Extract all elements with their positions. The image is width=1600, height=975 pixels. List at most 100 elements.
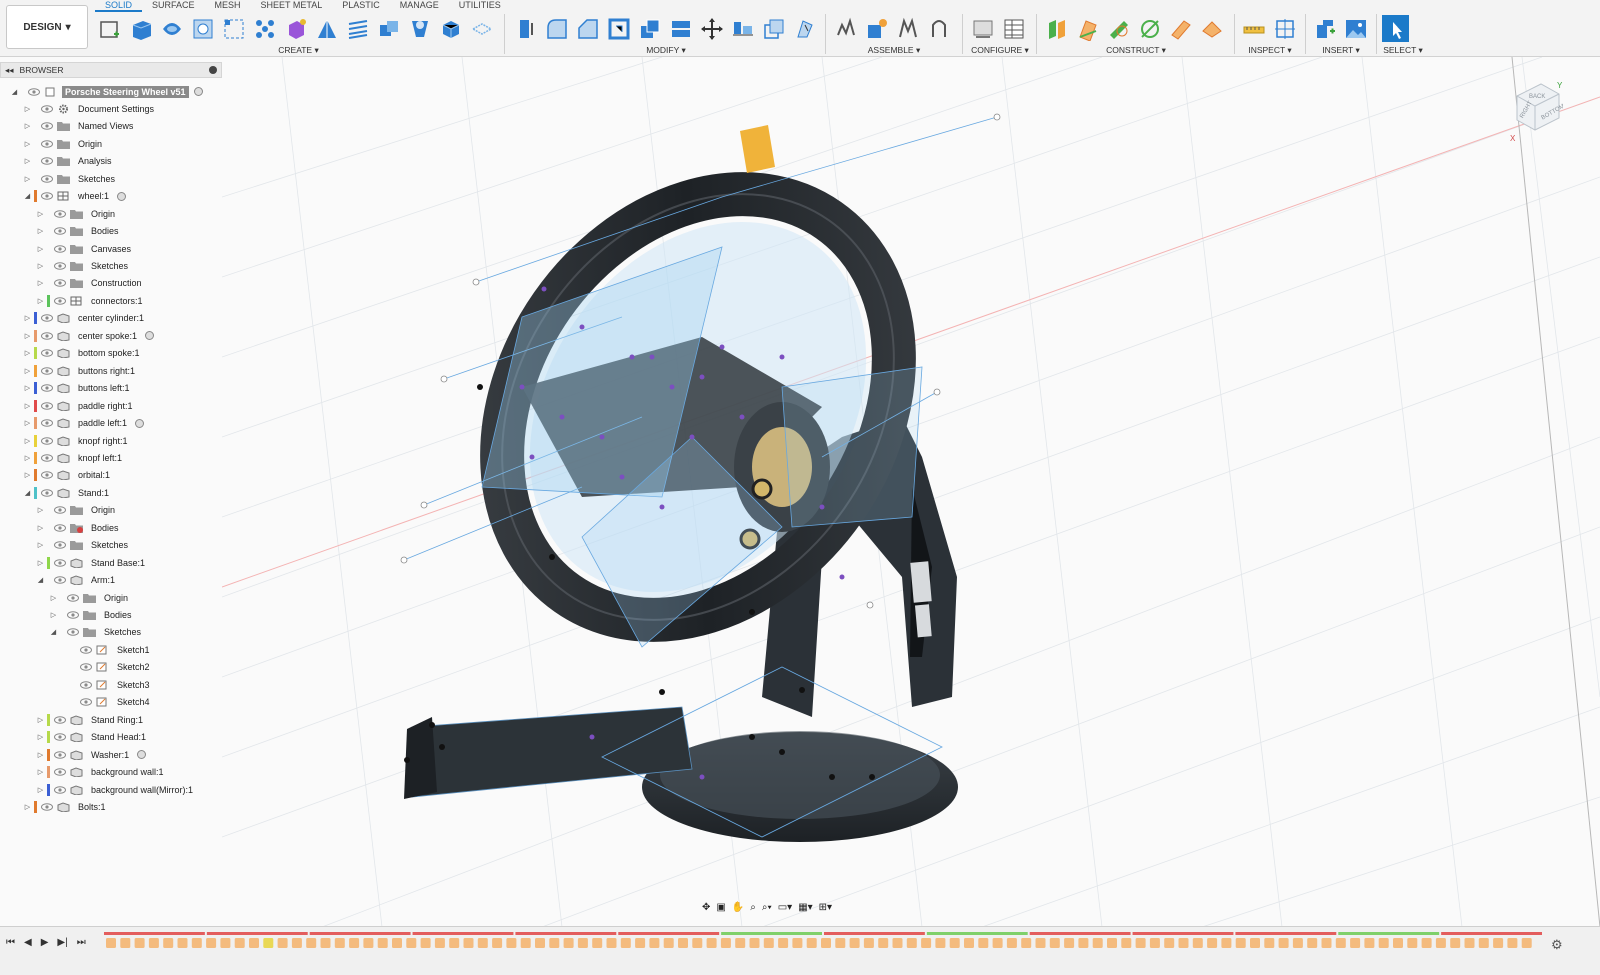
activate-component-radio[interactable] xyxy=(135,418,145,428)
visibility-eye-icon[interactable] xyxy=(53,209,67,219)
visibility-eye-icon[interactable] xyxy=(40,313,54,323)
timeline-settings-icon[interactable]: ⚙ xyxy=(1551,937,1563,953)
configure-design-icon[interactable] xyxy=(969,15,996,42)
joint-origin-icon[interactable] xyxy=(925,15,952,42)
timeline-feature-icon[interactable] xyxy=(892,938,903,948)
timeline-feature-icon[interactable] xyxy=(878,938,889,948)
split-body-icon[interactable] xyxy=(667,15,694,42)
timeline-feature-icon[interactable] xyxy=(1407,938,1418,948)
visibility-eye-icon[interactable] xyxy=(79,697,93,707)
browser-node[interactable]: ▷ Sketches xyxy=(23,170,118,187)
timeline-feature-icon[interactable] xyxy=(477,938,488,948)
viewcube-back[interactable]: BACK xyxy=(1529,94,1545,100)
expanded-triangle-icon[interactable]: ◢ xyxy=(23,192,32,200)
timeline-feature-icon[interactable] xyxy=(906,938,917,948)
timeline-feature-icon[interactable] xyxy=(363,938,374,948)
visibility-eye-icon[interactable] xyxy=(40,383,54,393)
collapsed-triangle-icon[interactable]: ▷ xyxy=(36,768,45,776)
visibility-eye-icon[interactable] xyxy=(40,470,54,480)
visibility-eye-icon[interactable] xyxy=(40,436,54,446)
browser-node[interactable]: ▷ Analysis xyxy=(23,153,115,170)
collapsed-triangle-icon[interactable]: ▷ xyxy=(36,786,45,794)
visibility-eye-icon[interactable] xyxy=(53,226,67,236)
timeline-feature-icon[interactable] xyxy=(291,938,302,948)
visibility-eye-icon[interactable] xyxy=(53,540,67,550)
timeline-feature-icon[interactable] xyxy=(992,938,1003,948)
browser-node[interactable]: ▷ orbital:1 xyxy=(23,467,113,484)
activate-component-radio[interactable] xyxy=(145,331,155,341)
look-at-icon[interactable]: ▣ xyxy=(716,902,725,913)
timeline-feature-icon[interactable] xyxy=(1264,938,1275,948)
timeline-feature-icon[interactable] xyxy=(921,938,932,948)
visibility-eye-icon[interactable] xyxy=(40,156,54,166)
collapsed-triangle-icon[interactable]: ▷ xyxy=(23,454,32,462)
browser-node[interactable]: ▷ Bodies xyxy=(36,519,122,536)
collapsed-triangle-icon[interactable]: ▷ xyxy=(36,524,45,532)
physical-material-icon[interactable] xyxy=(791,15,818,42)
timeline-feature-icon[interactable] xyxy=(1164,938,1175,948)
create-menu[interactable]: CREATE ▾ xyxy=(96,45,501,56)
timeline-feature-icon[interactable] xyxy=(1107,938,1117,948)
browser-node[interactable]: ▷ Canvases xyxy=(36,240,134,257)
collapsed-triangle-icon[interactable]: ▷ xyxy=(23,437,32,445)
collapsed-triangle-icon[interactable]: ▷ xyxy=(36,506,45,514)
display-settings-icon[interactable]: ▭▾ xyxy=(778,902,792,913)
browser-node[interactable]: ◢ Stand:1 xyxy=(23,484,112,501)
timeline-feature-icon[interactable] xyxy=(1378,938,1389,948)
visibility-eye-icon[interactable] xyxy=(53,523,67,533)
timeline-feature-icon[interactable] xyxy=(678,938,688,948)
browser-node[interactable]: ▷ Bodies xyxy=(36,223,122,240)
play-icon[interactable]: ▶ xyxy=(41,937,49,948)
visibility-eye-icon[interactable] xyxy=(40,418,54,428)
timeline-feature-icon[interactable] xyxy=(134,938,145,948)
timeline-feature-icon[interactable] xyxy=(1435,938,1446,948)
timeline-feature-icon[interactable] xyxy=(1364,938,1375,948)
browser-node[interactable]: ▷ knopf right:1 xyxy=(23,432,131,449)
extrude-icon[interactable] xyxy=(127,15,154,42)
timeline-feature-icon[interactable] xyxy=(1064,938,1075,948)
model-canvas[interactable] xyxy=(221,56,1600,928)
collapsed-triangle-icon[interactable]: ▷ xyxy=(36,733,45,741)
browser-node[interactable]: ▷ background wall:1 xyxy=(36,764,167,781)
visibility-eye-icon[interactable] xyxy=(53,244,67,254)
expanded-triangle-icon[interactable]: ◢ xyxy=(10,88,19,96)
browser-node[interactable]: ▷ bottom spoke:1 xyxy=(23,345,143,362)
view-cube[interactable]: BACK RIGHT BOTTOM X Y xyxy=(1503,78,1566,147)
timeline-feature-icon[interactable] xyxy=(849,938,860,948)
timeline-feature-icon[interactable] xyxy=(706,938,717,948)
browser-node[interactable]: ▷ Bolts:1 xyxy=(23,798,109,815)
timeline-feature-icon[interactable] xyxy=(191,938,202,948)
browser-node[interactable]: ◢ Arm:1 xyxy=(36,572,118,589)
timeline-feature-icon[interactable] xyxy=(377,938,388,948)
press-pull-icon[interactable] xyxy=(512,15,539,42)
measure-icon[interactable] xyxy=(1240,15,1267,42)
visibility-eye-icon[interactable] xyxy=(79,680,93,690)
browser-node[interactable]: ▷ paddle right:1 xyxy=(23,397,136,414)
go-to-end-icon[interactable]: ⏭ xyxy=(77,937,86,948)
timeline-feature-icon[interactable] xyxy=(1207,938,1218,948)
rectangle-pattern-icon[interactable] xyxy=(220,15,247,42)
timeline-feature-icon[interactable] xyxy=(1335,938,1346,948)
visibility-eye-icon[interactable] xyxy=(40,121,54,131)
tab-plastic[interactable]: PLASTIC xyxy=(332,0,390,12)
visibility-eye-icon[interactable] xyxy=(53,715,67,725)
timeline-feature-icon[interactable] xyxy=(563,938,574,948)
as-built-joint-icon[interactable] xyxy=(894,15,921,42)
timeline-feature-icon[interactable] xyxy=(592,938,603,948)
visibility-eye-icon[interactable] xyxy=(40,331,54,341)
timeline-feature-icon[interactable] xyxy=(1464,938,1475,948)
timeline-feature-icon[interactable] xyxy=(1521,938,1532,948)
combine-icon[interactable] xyxy=(375,15,402,42)
timeline-feature-icon[interactable] xyxy=(1078,938,1089,948)
offset-plane-icon[interactable] xyxy=(1043,15,1070,42)
browser-node[interactable]: Sketch2 xyxy=(62,659,153,676)
timeline-feature-icon[interactable] xyxy=(249,938,259,948)
hole-icon[interactable] xyxy=(189,15,216,42)
zoom-icon[interactable]: ⌕ xyxy=(750,902,756,913)
visibility-eye-icon[interactable] xyxy=(53,575,67,585)
tab-sheet-metal[interactable]: SHEET METAL xyxy=(251,0,333,12)
orbit-icon[interactable]: ✥ xyxy=(702,902,710,913)
collapsed-triangle-icon[interactable]: ▷ xyxy=(23,105,32,113)
browser-node[interactable]: ▷ Origin xyxy=(49,589,131,606)
timeline-feature-strip[interactable] xyxy=(104,932,1544,954)
